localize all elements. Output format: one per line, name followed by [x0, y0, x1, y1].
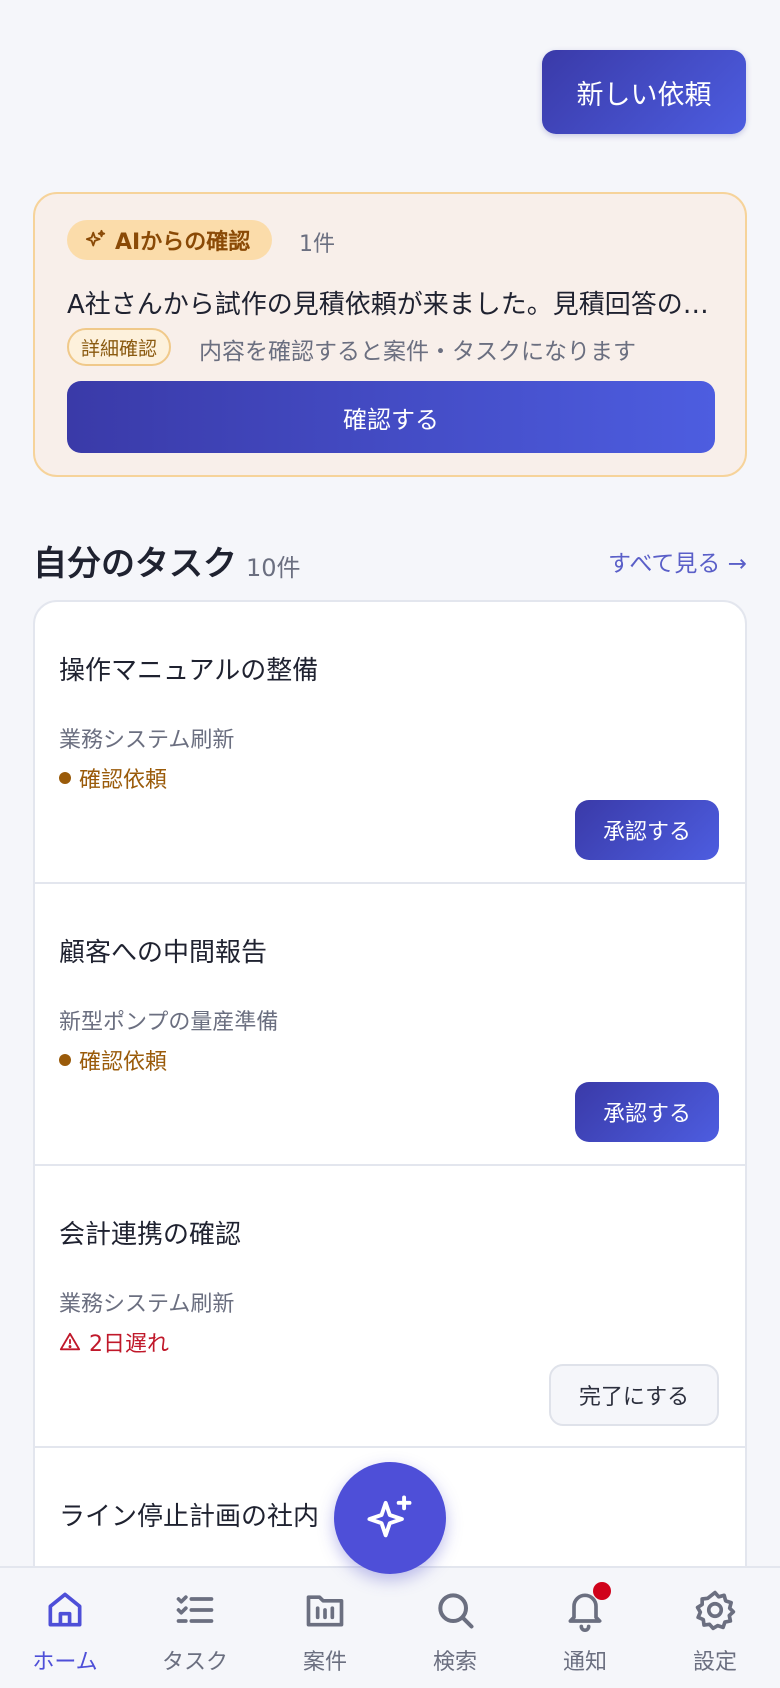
confirm-button[interactable]: 確認する [67, 381, 715, 453]
tasks-section-header: 自分のタスク 10件 すべて見る → [33, 534, 747, 584]
sparkle-icon [367, 1495, 412, 1538]
task-list-icon [173, 1588, 217, 1632]
nav-label: ホーム [32, 1650, 98, 1675]
notification-badge [593, 1582, 611, 1600]
ai-badge-label: AIからの確認 [115, 230, 251, 255]
ai-assistant-button[interactable] [334, 1462, 446, 1574]
sparkle-icon [85, 229, 106, 247]
task-status: 確認依頼 [59, 762, 167, 794]
task-project: 業務システム刷新 [59, 728, 235, 753]
ai-confirmation-card: AIからの確認 1件 A社さんから試作の見積依頼が来ました。見積回答の準備をお願… [33, 192, 747, 477]
home-icon [43, 1588, 87, 1632]
task-card[interactable]: 顧客への中間報告 新型ポンプの量産準備 確認依頼 承認する [35, 884, 745, 1166]
status-dot-icon [59, 1054, 71, 1066]
nav-item-notifications[interactable]: 通知 [520, 1568, 650, 1688]
status-label: 確認依頼 [79, 1050, 168, 1075]
status-label: 2日遅れ [89, 1332, 169, 1357]
nav-label: タスク [161, 1650, 228, 1675]
ai-badge: AIからの確認 [67, 220, 273, 260]
nav-label: 設定 [692, 1650, 737, 1675]
status-dot-icon [59, 772, 71, 784]
approve-button[interactable]: 承認する [575, 800, 719, 860]
task-title: 会計連携の確認 [59, 1220, 242, 1250]
task-status: 確認依頼 [59, 1044, 167, 1076]
ai-message: A社さんから試作の見積依頼が来ました。見積回答の準備をお願いします。 [67, 290, 727, 320]
detail-tag[interactable]: 詳細確認 [67, 328, 172, 366]
gear-icon [693, 1588, 737, 1632]
nav-item-projects[interactable]: 案件 [260, 1568, 390, 1688]
task-card[interactable]: 会計連携の確認 業務システム刷新 2日遅れ 完了にする [35, 1166, 745, 1448]
nav-item-tasks[interactable]: タスク [130, 1568, 260, 1688]
nav-label: 通知 [562, 1650, 607, 1675]
complete-button[interactable]: 完了にする [549, 1364, 719, 1426]
task-count: 10件 [246, 554, 301, 582]
task-title: ライン停止計画の社内 [59, 1502, 320, 1532]
search-icon [433, 1588, 477, 1632]
approve-button[interactable]: 承認する [575, 1082, 719, 1142]
nav-label: 検索 [432, 1650, 477, 1675]
task-title: 顧客への中間報告 [59, 938, 268, 968]
nav-label: 案件 [302, 1650, 347, 1675]
task-title: 操作マニュアルの整備 [59, 656, 319, 686]
see-all-link[interactable]: すべて見る → [608, 544, 747, 578]
task-status: 2日遅れ [59, 1326, 169, 1358]
status-label: 確認依頼 [79, 768, 168, 793]
ai-count: 1件 [299, 232, 335, 257]
task-project: 新型ポンプの量産準備 [59, 1010, 279, 1035]
warning-icon [59, 1332, 81, 1351]
nav-item-settings[interactable]: 設定 [650, 1568, 780, 1688]
new-request-button[interactable]: 新しい依頼 [542, 50, 746, 134]
task-card[interactable]: 操作マニュアルの整備 業務システム刷新 確認依頼 承認する [35, 602, 745, 884]
task-project: 業務システム刷新 [59, 1292, 235, 1317]
section-title: 自分のタスク [33, 544, 237, 584]
bell-icon [563, 1582, 611, 1632]
folder-icon [303, 1588, 347, 1632]
nav-item-search[interactable]: 検索 [390, 1568, 520, 1688]
detail-note: 内容を確認すると案件・タスクになります [199, 339, 636, 365]
bottom-navigation: ホーム タスク 案件 検索 通知 設定 [0, 1566, 780, 1688]
nav-item-home[interactable]: ホーム [0, 1568, 130, 1688]
